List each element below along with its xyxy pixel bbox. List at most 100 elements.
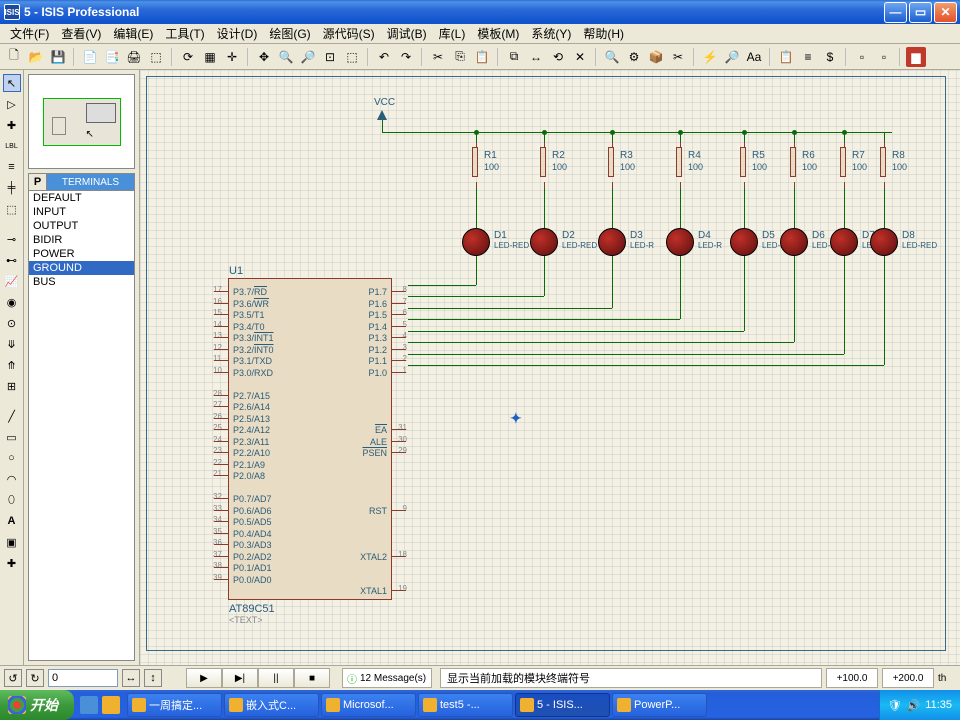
origin-button[interactable]: ✛ <box>222 47 242 67</box>
marker-mode[interactable]: ✚ <box>3 554 21 572</box>
picklist-item[interactable]: POWER <box>29 247 134 261</box>
vcc-terminal[interactable] <box>377 110 387 120</box>
taskbar-task[interactable]: PowerP... <box>612 693 707 717</box>
pin-mode[interactable]: ⊷ <box>3 251 21 269</box>
component-mode[interactable]: ▷ <box>3 95 21 113</box>
zoom-fit-button[interactable]: ⊡ <box>320 47 340 67</box>
selection-mode[interactable]: ↖ <box>3 74 21 92</box>
print-button[interactable]: 🖨 <box>124 47 144 67</box>
led-D4[interactable]: D4 LED-R <box>666 228 694 256</box>
menu-S[interactable]: 源代码(S) <box>317 23 381 44</box>
quick-launch-2[interactable] <box>102 696 120 714</box>
zoom-in-button[interactable]: 🔍 <box>276 47 296 67</box>
picklist-item[interactable]: DEFAULT <box>29 191 134 205</box>
rotation-input[interactable] <box>48 669 118 687</box>
taskbar-task[interactable]: test5 -... <box>418 693 513 717</box>
generator-mode[interactable]: ⊙ <box>3 314 21 332</box>
led-D3[interactable]: D3 LED-R <box>598 228 626 256</box>
menu-T[interactable]: 工具(T) <box>159 23 210 44</box>
led-D1[interactable]: D1 LED-RED <box>462 228 490 256</box>
led-D7[interactable]: D7 LED-R <box>830 228 858 256</box>
package-button[interactable]: 📦 <box>646 47 666 67</box>
menu-V[interactable]: 查看(V) <box>55 23 107 44</box>
arc-2d-mode[interactable]: ◠ <box>3 470 21 488</box>
sim-play-button[interactable]: ▶ <box>186 668 222 688</box>
netlist-button[interactable]: ≡ <box>798 47 818 67</box>
instrument-mode[interactable]: ⊞ <box>3 377 21 395</box>
start-button[interactable]: 开始 <box>0 690 74 720</box>
grid-button[interactable]: ▦ <box>200 47 220 67</box>
property-button[interactable]: Aa <box>744 47 764 67</box>
bom-button[interactable]: $ <box>820 47 840 67</box>
copy-button[interactable]: ⎘ <box>450 47 470 67</box>
picklist-item[interactable]: BIDIR <box>29 233 134 247</box>
block-delete-button[interactable]: ✕ <box>570 47 590 67</box>
open-button[interactable]: 📂 <box>26 47 46 67</box>
pick-device-button[interactable]: P <box>29 174 47 190</box>
label-mode[interactable]: LBL <box>3 137 21 155</box>
paste-button[interactable]: 📋 <box>472 47 492 67</box>
menu-B[interactable]: 调试(B) <box>381 23 433 44</box>
ares-button[interactable]: ▆ <box>906 47 926 67</box>
close-button[interactable]: ✕ <box>934 2 957 23</box>
picklist-item[interactable]: GROUND <box>29 261 134 275</box>
import-button[interactable]: 📄 <box>80 47 100 67</box>
zoom-out-button[interactable]: 🔎 <box>298 47 318 67</box>
probe-i-mode[interactable]: ⤊ <box>3 356 21 374</box>
search-button[interactable]: 🔎 <box>722 47 742 67</box>
led-D2[interactable]: D2 LED-RED <box>530 228 558 256</box>
symbol-2d-mode[interactable]: ▣ <box>3 533 21 551</box>
resistor-R3[interactable]: R3 100 <box>608 142 614 182</box>
menu-L[interactable]: 库(L) <box>433 23 472 44</box>
export-button[interactable]: 📑 <box>102 47 122 67</box>
redo-button[interactable]: ↷ <box>396 47 416 67</box>
block-copy-button[interactable]: ⧉ <box>504 47 524 67</box>
refresh-button[interactable]: ⟳ <box>178 47 198 67</box>
taskbar-task[interactable]: Microsof... <box>321 693 416 717</box>
minimize-button[interactable]: — <box>884 2 907 23</box>
menu-H[interactable]: 帮助(H) <box>577 23 630 44</box>
sim-pause-button[interactable]: || <box>258 668 294 688</box>
bus-mode[interactable]: ╪ <box>3 179 21 197</box>
print-area-button[interactable]: ⬚ <box>146 47 166 67</box>
text-mode[interactable]: ≡ <box>3 158 21 176</box>
resistor-R5[interactable]: R5 100 <box>740 142 746 182</box>
menu-Y[interactable]: 系统(Y) <box>525 23 577 44</box>
text-2d-mode[interactable]: A <box>3 512 21 530</box>
resistor-R7[interactable]: R7 100 <box>840 142 846 182</box>
terminal-mode[interactable]: ⊸ <box>3 230 21 248</box>
ic-u1[interactable]: U1 AT89C51 <TEXT> P3.7/RD17P3.6/WR16P3.5… <box>228 278 392 600</box>
make-device-button[interactable]: ⚙ <box>624 47 644 67</box>
box-2d-mode[interactable]: ▭ <box>3 428 21 446</box>
maximize-button[interactable]: ▭ <box>909 2 932 23</box>
menu-F[interactable]: 文件(F) <box>4 23 55 44</box>
rotate-cw-button[interactable]: ↻ <box>26 669 44 687</box>
path-2d-mode[interactable]: ⬯ <box>3 491 21 509</box>
picklist[interactable]: DEFAULTINPUTOUTPUTBIDIRPOWERGROUNDBUS <box>28 191 135 661</box>
circle-2d-mode[interactable]: ○ <box>3 449 21 467</box>
overview-window[interactable]: ↖ <box>28 74 135 169</box>
decompose-button[interactable]: ✂ <box>668 47 688 67</box>
resistor-R6[interactable]: R6 100 <box>790 142 796 182</box>
zoom-area-button[interactable]: ⬚ <box>342 47 362 67</box>
undo-button[interactable]: ↶ <box>374 47 394 67</box>
wire-autoplace-button[interactable]: ⚡ <box>700 47 720 67</box>
menu-E[interactable]: 编辑(E) <box>107 23 159 44</box>
mirror-h-button[interactable]: ↔ <box>122 669 140 687</box>
save-button[interactable]: 💾 <box>48 47 68 67</box>
led-D5[interactable]: D5 LED-R <box>730 228 758 256</box>
rotate-ccw-button[interactable]: ↺ <box>4 669 22 687</box>
sim-stop-button[interactable]: ■ <box>294 668 330 688</box>
resistor-R2[interactable]: R2 100 <box>540 142 546 182</box>
mirror-v-button[interactable]: ↕ <box>144 669 162 687</box>
taskbar-task[interactable]: 5 - ISIS... <box>515 693 610 717</box>
tool2-button[interactable]: ▫ <box>874 47 894 67</box>
resistor-R8[interactable]: R8 100 <box>880 142 886 182</box>
tool1-button[interactable]: ▫ <box>852 47 872 67</box>
taskbar-task[interactable]: 一周搞定... <box>127 693 222 717</box>
tray-icon[interactable]: 🛡 <box>888 699 902 712</box>
menu-M[interactable]: 模板(M) <box>471 23 525 44</box>
tape-mode[interactable]: ◉ <box>3 293 21 311</box>
pan-button[interactable]: ✥ <box>254 47 274 67</box>
taskbar-task[interactable]: 嵌入式C... <box>224 693 319 717</box>
